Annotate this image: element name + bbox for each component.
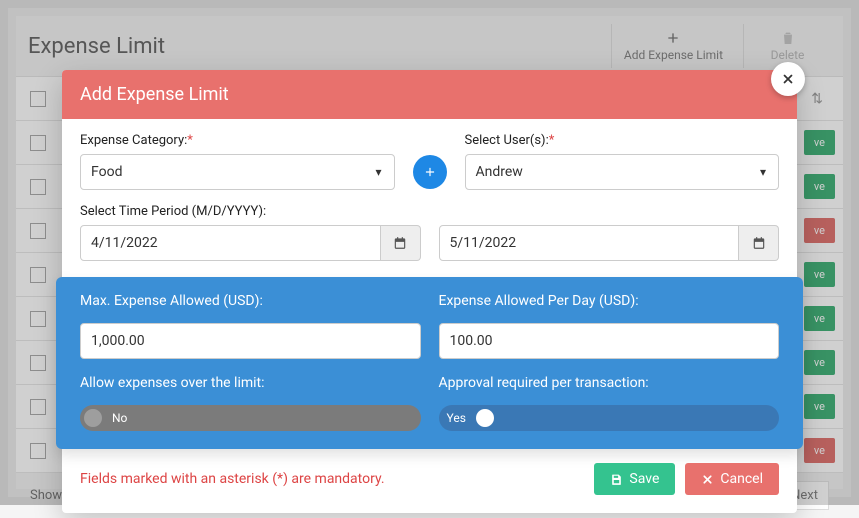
toggle-knob [476,409,494,427]
date-to-input[interactable]: 5/11/2022 [439,225,740,261]
date-to-picker[interactable] [739,225,779,261]
category-select[interactable]: Food [80,154,395,190]
toggle-text: No [108,411,131,425]
toggle-text: Yes [443,411,470,425]
cancel-icon [701,473,714,486]
toggle-knob [84,409,102,427]
allow-over-toggle[interactable]: No [80,405,421,431]
calendar-icon [393,236,407,250]
close-icon [781,72,795,86]
allow-over-label: Allow expenses over the limit: [80,375,421,391]
approval-label: Approval required per transaction: [439,375,780,391]
date-from-input[interactable]: 4/11/2022 [80,225,381,261]
period-label: Select Time Period (M/D/YYYY): [80,204,421,219]
modal-title: Add Expense Limit [62,70,797,119]
per-day-label: Expense Allowed Per Day (USD): [439,293,780,309]
category-label: Expense Category:* [80,133,395,148]
date-from-picker[interactable] [381,225,421,261]
add-category-button[interactable] [413,155,447,189]
approval-toggle[interactable]: Yes [439,405,780,431]
per-day-input[interactable]: 100.00 [439,323,780,359]
add-expense-limit-modal: Add Expense Limit Expense Category:* Foo… [62,70,797,513]
save-button[interactable]: Save [594,463,675,495]
calendar-icon [752,236,766,250]
max-expense-input[interactable]: 1,000.00 [80,323,421,359]
cancel-button[interactable]: Cancel [685,463,779,495]
plus-icon [423,165,437,179]
period-label-spacer [439,204,780,219]
max-expense-label: Max. Expense Allowed (USD): [80,293,421,309]
users-label: Select User(s):* [465,133,780,148]
save-icon [610,473,623,486]
save-label: Save [629,471,659,487]
close-button[interactable] [771,62,805,96]
cancel-label: Cancel [720,471,763,487]
users-select[interactable]: Andrew [465,154,780,190]
mandatory-note: Fields marked with an asterisk (*) are m… [80,471,385,487]
limits-panel: Max. Expense Allowed (USD): 1,000.00 Exp… [56,277,803,449]
